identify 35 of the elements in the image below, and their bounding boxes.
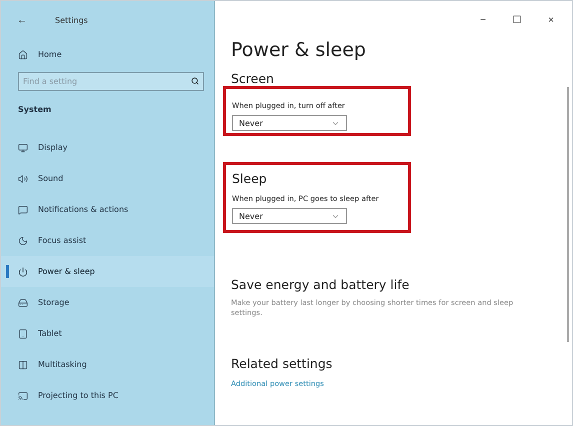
power-icon (18, 266, 28, 276)
section-heading: System (17, 104, 52, 116)
moon-icon (18, 236, 28, 246)
maximize-button[interactable]: ☐ (504, 13, 530, 27)
minimize-button[interactable]: − (470, 14, 496, 26)
back-button[interactable]: ← (17, 14, 27, 26)
section-heading: Related settings (231, 356, 334, 372)
dropdown[interactable]: Never (232, 208, 347, 224)
sidebar-item[interactable]: Projecting to this PC (1, 380, 214, 411)
search-field[interactable]: Find a setting (18, 72, 204, 91)
message-icon (18, 204, 28, 214)
page-title: Power & sleep (231, 39, 367, 61)
sidebar-item[interactable]: Multitasking (1, 349, 214, 380)
sidebar-item[interactable]: Notifications & actions (1, 194, 214, 225)
speaker-icon (18, 174, 28, 184)
sidebar-item[interactable]: Focus assist (1, 225, 214, 256)
sidebar-item[interactable]: Tablet (1, 318, 214, 349)
tablet-icon (18, 328, 28, 338)
drive-icon (18, 298, 28, 308)
dropdown[interactable]: Never (232, 115, 347, 131)
section-heading: Sleep (232, 171, 268, 186)
section-heading: Screen (231, 71, 275, 86)
sidebar-item[interactable]: Display (1, 132, 214, 163)
search-icon (191, 77, 199, 85)
section-heading: Save energy and battery life (231, 277, 410, 292)
home-icon (18, 50, 28, 60)
sidebar-item[interactable]: Power & sleep (1, 256, 214, 287)
sidebar-item[interactable]: Sound (1, 163, 214, 194)
monitor-icon (18, 142, 28, 152)
sidebar-item[interactable]: Storage (1, 287, 214, 318)
window-title: Settings (55, 16, 88, 24)
close-button[interactable]: × (538, 14, 564, 26)
columns-icon (18, 360, 28, 370)
home-item[interactable]: Home (1, 39, 214, 70)
cast-icon (18, 390, 28, 400)
